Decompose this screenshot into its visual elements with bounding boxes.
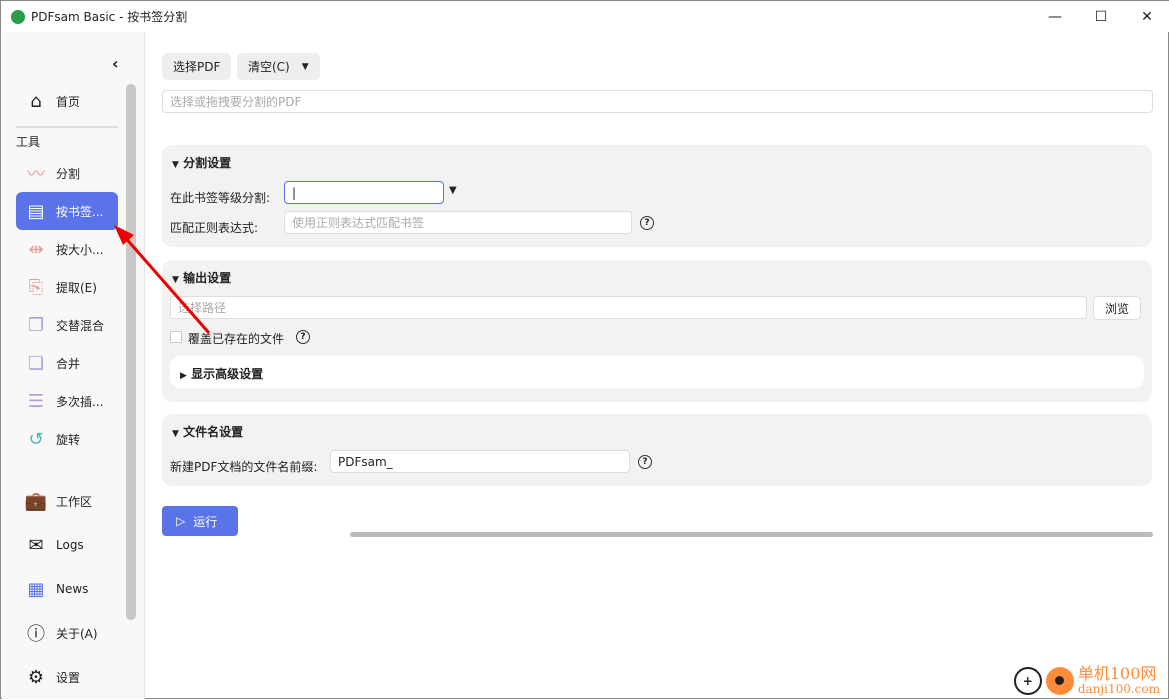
annotation-arrow <box>114 225 211 334</box>
watermark: + 单机100网 danji100.com <box>1013 665 1160 696</box>
